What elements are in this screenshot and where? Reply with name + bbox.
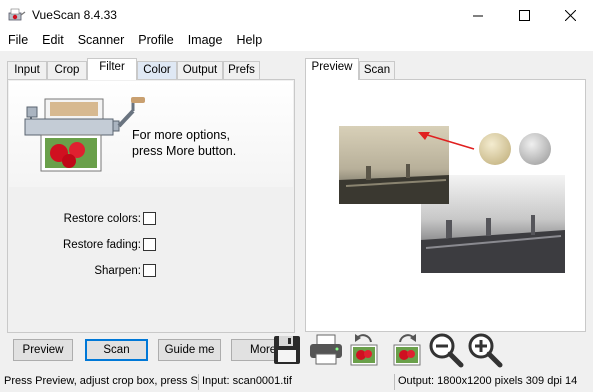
minimize-button[interactable]: [455, 0, 501, 31]
view-tabs: Preview Scan: [305, 58, 405, 80]
window-title: VueScan 8.4.33: [32, 8, 117, 22]
title-bar: VueScan 8.4.33: [0, 0, 593, 31]
filter-panel-header: For more options, press More button.: [9, 81, 293, 187]
rotate-right-icon[interactable]: [386, 330, 426, 370]
status-message: Press Preview, adjust crop box, press S: [4, 375, 198, 387]
close-button[interactable]: [547, 0, 593, 31]
menu-scanner[interactable]: Scanner: [70, 31, 131, 51]
zoom-out-icon[interactable]: [426, 330, 466, 370]
tab-filter[interactable]: Filter: [87, 58, 137, 80]
menu-bar: File Edit Scanner Profile Image Help: [0, 31, 593, 51]
tab-scan[interactable]: Scan: [359, 61, 395, 80]
filter-hint-line2: press More button.: [132, 144, 237, 158]
restore-fading-checkbox[interactable]: [143, 238, 156, 251]
scan-button[interactable]: Scan: [85, 339, 148, 361]
restore-colors-checkbox[interactable]: [143, 212, 156, 225]
restore-fading-label: Restore fading:: [63, 239, 141, 251]
restored-tone-swatch: [519, 133, 551, 165]
filter-hint: For more options, press More button.: [132, 127, 282, 159]
tab-output[interactable]: Output: [177, 61, 223, 80]
menu-help[interactable]: Help: [228, 31, 268, 51]
sharpen-checkbox[interactable]: [143, 264, 156, 277]
menu-edit[interactable]: Edit: [34, 31, 70, 51]
tab-color[interactable]: Color: [137, 61, 177, 80]
guide-me-button[interactable]: Guide me: [158, 339, 221, 361]
rotate-left-icon[interactable]: [345, 330, 385, 370]
tab-crop[interactable]: Crop: [47, 61, 87, 80]
tab-prefs[interactable]: Prefs: [223, 61, 260, 80]
tab-preview[interactable]: Preview: [305, 58, 359, 80]
tab-input[interactable]: Input: [7, 61, 47, 80]
menu-image[interactable]: Image: [180, 31, 229, 51]
filter-hint-line1: For more options,: [132, 128, 230, 142]
minimize-icon: [472, 15, 483, 17]
vuescan-app-icon: [8, 8, 26, 21]
preview-button[interactable]: Preview: [13, 339, 73, 361]
print-icon[interactable]: [306, 330, 346, 370]
settings-tabs: Input Crop Filter Color Output Prefs: [7, 58, 297, 80]
faded-tone-swatch: [479, 133, 511, 165]
preview-panel: [305, 79, 586, 332]
sharpen-label: Sharpen:: [94, 265, 141, 277]
status-output: Output: 1800x1200 pixels 309 dpi 14: [394, 374, 593, 390]
status-input: Input: scan0001.tif: [198, 374, 394, 390]
zoom-in-icon[interactable]: [465, 330, 505, 370]
filter-panel: For more options, press More button. Res…: [7, 79, 295, 333]
restore-colors-label: Restore colors:: [63, 213, 141, 225]
menu-profile[interactable]: Profile: [130, 31, 179, 51]
menu-file[interactable]: File: [0, 31, 34, 51]
vuescan-window: VueScan 8.4.33 File Edit Scanner Profile…: [0, 0, 593, 392]
close-icon: [564, 10, 576, 21]
maximize-icon: [518, 10, 530, 21]
status-bar: Press Preview, adjust crop box, press S …: [0, 372, 593, 392]
preview-image: [339, 126, 565, 273]
maximize-button[interactable]: [501, 0, 547, 31]
save-icon[interactable]: [268, 330, 308, 370]
